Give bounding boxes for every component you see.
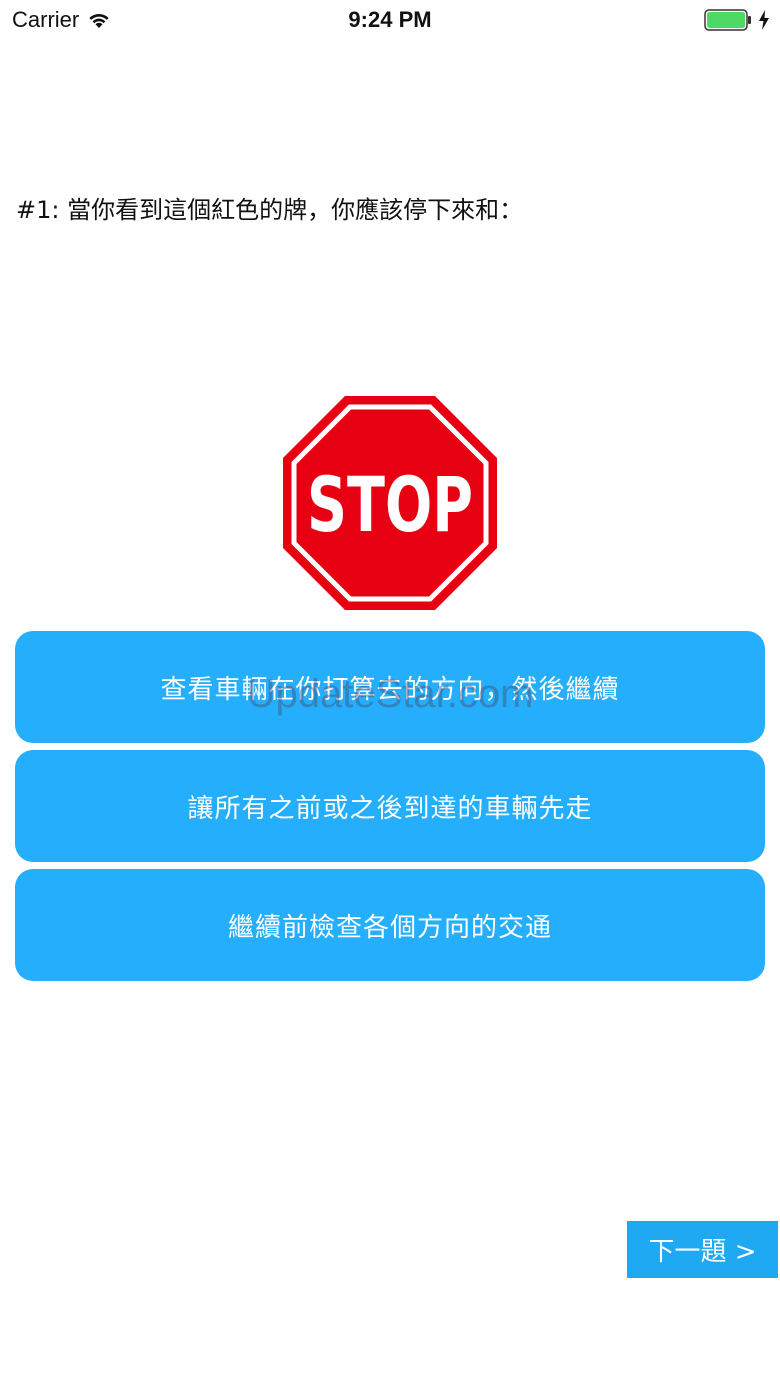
status-bar: Carrier 9:24 PM	[0, 0, 780, 40]
clock: 9:24 PM	[348, 7, 432, 32]
next-question-label: 下一題 >	[648, 1237, 757, 1267]
charging-bolt-icon	[759, 10, 769, 30]
battery-indicator	[704, 9, 770, 31]
answer-option-2[interactable]: 讓所有之前或之後到達的車輛先走	[15, 750, 765, 862]
stop-sign-image: STOP	[283, 396, 497, 610]
answer-option-1-label: 查看車輛在你打算去的方向，然後繼續	[160, 674, 620, 705]
question-text: #1: 當你看到這個紅色的牌，你應該停下來和：	[16, 196, 524, 224]
answer-option-3-label: 繼續前檢查各個方向的交通	[227, 912, 552, 943]
answer-option-2-label: 讓所有之前或之後到達的車輛先走	[187, 793, 593, 824]
stop-sign-text: STOP	[307, 460, 473, 549]
answer-option-3[interactable]: 繼續前檢查各個方向的交通	[15, 869, 765, 981]
answer-option-1[interactable]: 查看車輛在你打算去的方向，然後繼續	[15, 631, 765, 743]
next-question-button[interactable]: 下一題 >	[627, 1221, 778, 1278]
battery-icon	[704, 9, 751, 31]
